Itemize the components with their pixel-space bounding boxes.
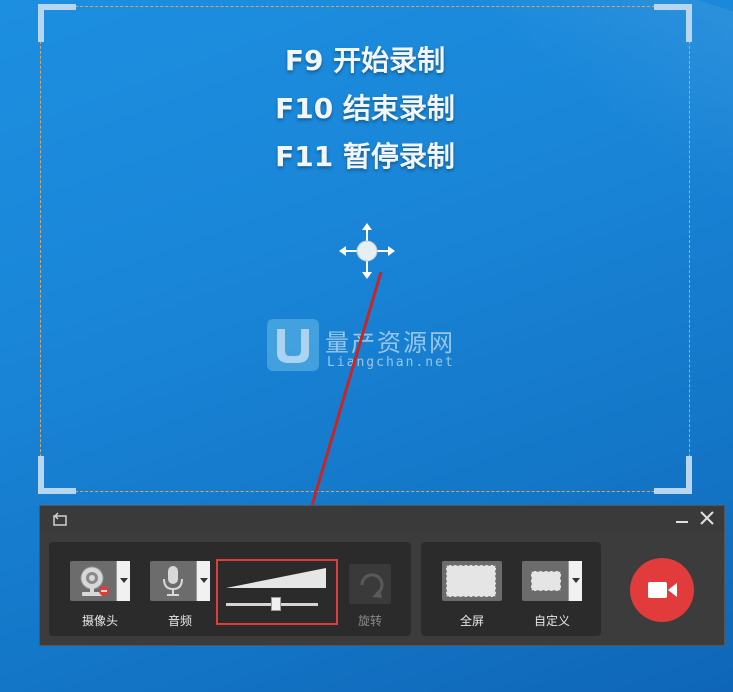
watermark: 量产资源网 Liangchan.net (267, 319, 477, 379)
webcam-icon (80, 566, 109, 596)
back-icon[interactable] (52, 511, 68, 527)
rotate-label: 旋转 (357, 614, 382, 628)
custom-area-button[interactable] (522, 561, 582, 601)
record-button[interactable] (630, 558, 694, 622)
camera-label: 摄像头 (81, 614, 118, 628)
custom-area-dropdown[interactable] (568, 561, 582, 601)
hint-start: F9 开始录制 (284, 44, 446, 77)
fullscreen-icon (446, 565, 496, 597)
video-camera-icon (648, 582, 677, 598)
audio-button[interactable] (150, 561, 210, 601)
rotate-button[interactable] (349, 564, 391, 604)
volume-slider-thumb[interactable] (271, 597, 281, 611)
capture-region[interactable]: F9 开始录制 F10 结束录制 F11 暂停录制 量产资源网 Liangcha… (38, 4, 692, 494)
minimize-icon[interactable] (674, 510, 690, 526)
microphone-icon (163, 566, 183, 596)
hotkey-hints: F9 开始录制 F10 结束录制 F11 暂停录制 (41, 37, 689, 181)
audio-label: 音频 (167, 614, 192, 628)
watermark-subtitle: Liangchan.net (327, 355, 455, 370)
close-icon[interactable] (698, 509, 716, 527)
hint-pause: F11 暂停录制 (275, 140, 455, 173)
custom-area-icon (531, 571, 561, 591)
watermark-title: 量产资源网 (325, 329, 455, 357)
resize-handle-bottom-right[interactable] (654, 456, 692, 494)
audio-dropdown[interactable] (196, 561, 210, 601)
rotate-icon (360, 573, 384, 598)
custom-area-label: 自定义 (533, 614, 570, 628)
volume-level-icon (226, 568, 326, 588)
resize-handle-bottom-left[interactable] (38, 456, 76, 494)
hint-stop: F10 结束录制 (275, 92, 455, 125)
fullscreen-label: 全屏 (459, 614, 484, 628)
watermark-logo (267, 319, 319, 371)
input-devices-group: 摄像头 音频 旋转 (49, 542, 411, 636)
volume-control-highlight (216, 559, 338, 625)
fullscreen-button[interactable] (442, 561, 502, 601)
volume-slider[interactable] (226, 597, 318, 611)
capture-area-group: 全屏 自定义 (421, 542, 601, 636)
camera-dropdown[interactable] (116, 561, 130, 601)
toolbar-titlebar[interactable] (40, 506, 724, 532)
camera-button[interactable] (70, 561, 130, 601)
move-handle-icon[interactable] (337, 221, 397, 281)
recorder-toolbar: 摄像头 音频 旋转 全屏 自定义 (39, 505, 725, 646)
